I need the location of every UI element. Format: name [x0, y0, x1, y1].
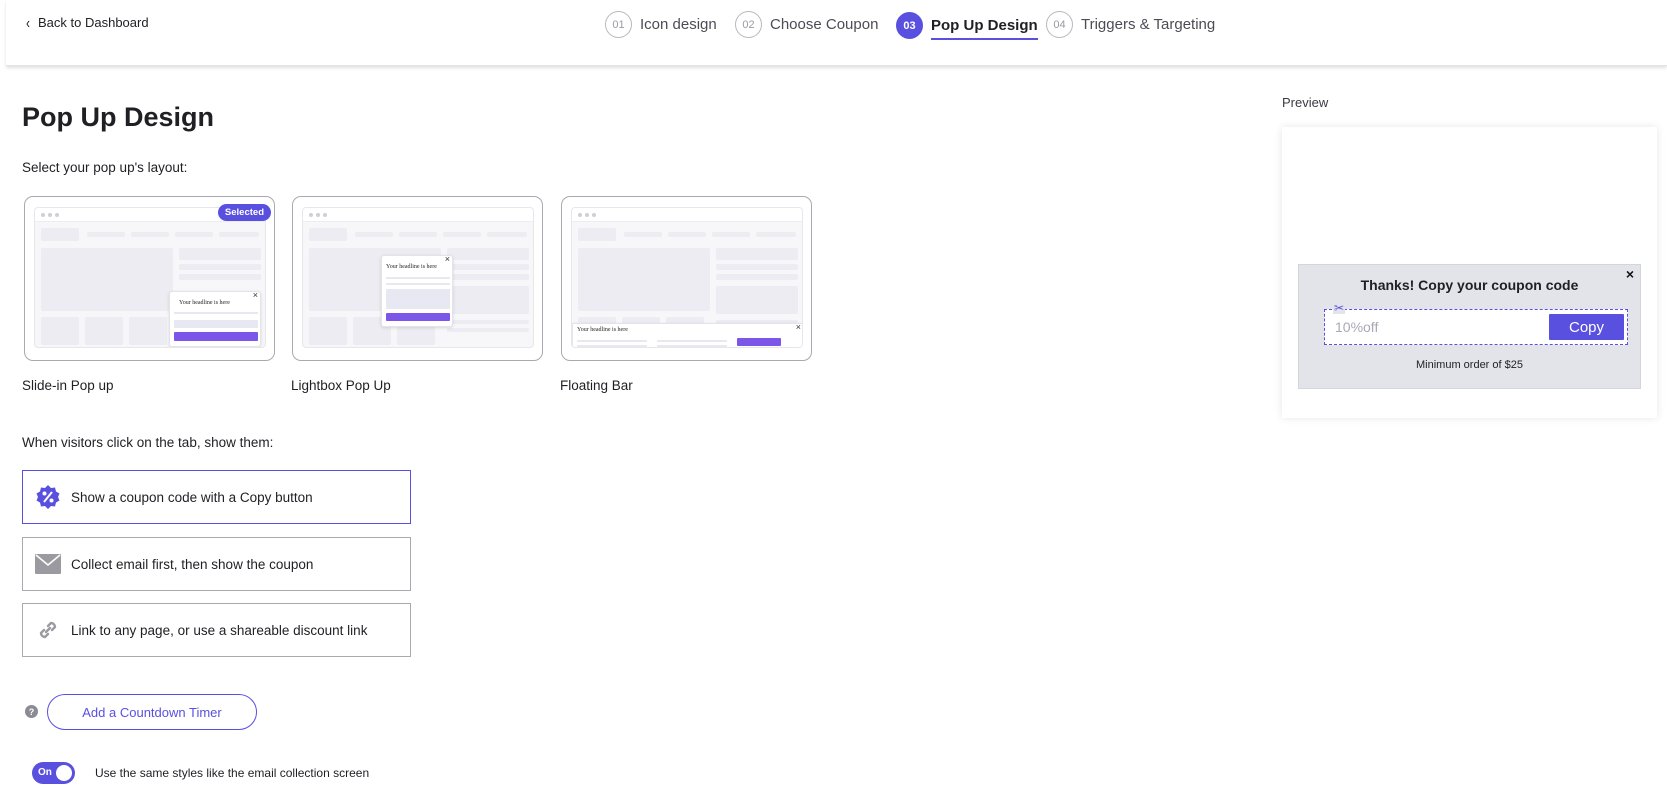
layout-card-lightbox[interactable]: Your headline is here ×: [292, 196, 543, 361]
back-label: Back to Dashboard: [38, 15, 149, 30]
preview-label: Preview: [1282, 95, 1329, 110]
link-icon: [35, 617, 61, 643]
coupon-headline: Thanks! Copy your coupon code: [1360, 277, 1579, 293]
step-choose-coupon[interactable]: 02 Choose Coupon: [735, 11, 878, 38]
top-bar: ‹ Back to Dashboard 01 Icon design 02 Ch…: [6, 0, 1667, 66]
selected-badge: Selected: [217, 204, 271, 221]
step-triggers-targeting[interactable]: 04 Triggers & Targeting: [1046, 11, 1215, 38]
envelope-icon: [35, 551, 61, 577]
toggle-knob: [56, 765, 72, 781]
step-pop-up-design[interactable]: 03 Pop Up Design: [896, 11, 1038, 40]
layout-prompt: Select your pop up's layout:: [22, 160, 188, 175]
same-styles-label: Use the same styles like the email colle…: [95, 766, 370, 780]
step-label: Choose Coupon: [770, 16, 879, 33]
lightbox-mockup: Your headline is here ×: [302, 207, 534, 348]
coupon-popup-preview: × Thanks! Copy your coupon code ✂ 10%off…: [1298, 264, 1641, 389]
step-label: Triggers & Targeting: [1081, 16, 1216, 33]
step-label: Pop Up Design: [931, 17, 1038, 40]
preview-panel: × Thanks! Copy your coupon code ✂ 10%off…: [1282, 127, 1657, 418]
layout-label-lightbox: Lightbox Pop Up: [291, 378, 391, 393]
toggle-state: On: [38, 767, 52, 778]
layout-label-slide-in: Slide-in Pop up: [22, 378, 114, 393]
close-icon: ×: [252, 290, 258, 300]
percent-badge-icon: [35, 484, 61, 510]
mock-headline: Your headline is here: [386, 264, 437, 270]
minimum-order-text: Minimum order of $25: [1416, 359, 1523, 371]
add-countdown-timer-button[interactable]: Add a Countdown Timer: [47, 694, 257, 730]
mock-popup: Your headline is here ×: [169, 290, 261, 347]
back-to-dashboard-link[interactable]: ‹ Back to Dashboard: [26, 13, 149, 32]
mock-floating-bar: Your headline is here ×: [572, 322, 802, 347]
layout-label-floating-bar: Floating Bar: [560, 378, 633, 393]
option-label: Link to any page, or use a shareable dis…: [71, 622, 368, 638]
mock-headline: Your headline is here: [179, 300, 230, 306]
same-styles-toggle[interactable]: On: [32, 762, 75, 784]
coupon-code: 10%off: [1335, 319, 1379, 335]
option-label: Show a coupon code with a Copy button: [71, 489, 313, 505]
mock-headline: Your headline is here: [577, 327, 628, 333]
option-collect-email[interactable]: Collect email first, then show the coupo…: [22, 537, 411, 591]
page-title: Pop Up Design: [22, 102, 215, 132]
layout-card-slide-in[interactable]: Your headline is here × Selected: [24, 196, 275, 361]
visitors-prompt: When visitors click on the tab, show the…: [22, 435, 274, 450]
help-icon[interactable]: ?: [25, 705, 38, 718]
option-coupon-copy[interactable]: Show a coupon code with a Copy button: [22, 470, 411, 524]
mock-popup: Your headline is here ×: [381, 254, 453, 327]
step-number: 03: [896, 12, 923, 39]
step-icon-design[interactable]: 01 Icon design: [605, 11, 717, 38]
step-number: 02: [735, 11, 762, 38]
coupon-code-box: ✂ 10%off Copy: [1324, 302, 1628, 345]
option-link-page[interactable]: Link to any page, or use a shareable dis…: [22, 603, 411, 657]
copy-button[interactable]: Copy: [1549, 314, 1624, 340]
floating-bar-mockup: Your headline is here ×: [571, 207, 803, 348]
step-label: Icon design: [640, 16, 717, 33]
close-icon: ×: [795, 322, 801, 332]
option-label: Collect email first, then show the coupo…: [71, 556, 314, 572]
chevron-left-icon: ‹: [26, 13, 30, 32]
layout-card-floating-bar[interactable]: Your headline is here ×: [561, 196, 812, 361]
step-number: 04: [1046, 11, 1073, 38]
close-icon: ×: [444, 254, 450, 264]
scissors-icon: ✂: [1333, 301, 1346, 315]
step-number: 01: [605, 11, 632, 38]
slide-in-mockup: Your headline is here ×: [34, 207, 266, 348]
